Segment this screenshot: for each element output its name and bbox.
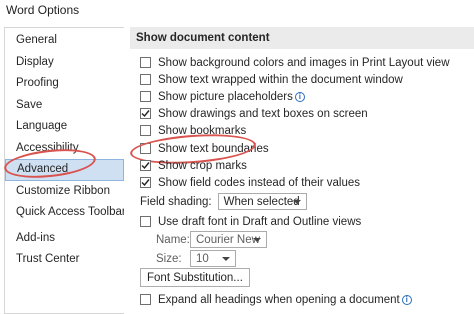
option-label: Use draft font in Draft and Outline view…	[158, 215, 362, 228]
nav-item-advanced[interactable]: Advanced	[5, 159, 124, 181]
nav-item-accessibility[interactable]: Accessibility	[5, 138, 124, 160]
nav-item-general[interactable]: General	[5, 30, 124, 52]
info-icon[interactable]: i	[401, 294, 412, 305]
check-icon	[141, 179, 150, 187]
nav-item-add-ins[interactable]: Add-ins	[5, 228, 124, 250]
option-label: Show picture placeholders	[158, 90, 293, 103]
size-label: Size:	[156, 252, 182, 265]
option-row[interactable]: Show bookmarks	[140, 122, 246, 139]
option-label: Expand all headings when opening a docum…	[158, 293, 400, 306]
option-row[interactable]: Show drawings and text boxes on screen	[140, 105, 368, 122]
chevron-down-icon	[253, 238, 261, 242]
field-shading-select[interactable]: When selected	[217, 193, 307, 210]
checkbox[interactable]	[140, 216, 151, 227]
option-row[interactable]: Show picture placeholders i	[140, 88, 305, 105]
font-substitution-row: Font Substitution...	[140, 268, 250, 287]
field-shading-label: Field shading:	[140, 195, 212, 208]
checkbox[interactable]	[140, 74, 151, 85]
checkbox-checked[interactable]	[140, 177, 151, 188]
option-label: Show bookmarks	[158, 124, 247, 137]
nav-item-trust-center[interactable]: Trust Center	[5, 249, 124, 271]
check-icon	[141, 110, 150, 118]
option-label: Show text boundaries	[158, 142, 269, 155]
info-icon[interactable]: i	[294, 91, 305, 102]
checkbox[interactable]	[140, 57, 151, 68]
chevron-down-icon	[222, 257, 230, 261]
size-value: 10	[196, 252, 209, 265]
checkbox[interactable]	[140, 143, 151, 154]
checkbox[interactable]	[140, 294, 151, 305]
option-row[interactable]: Show field codes instead of their values	[140, 174, 360, 191]
nav-item-customize-ribbon[interactable]: Customize Ribbon	[5, 181, 124, 203]
name-value: Courier New	[196, 233, 260, 246]
option-row[interactable]: Show background colors and images in Pri…	[140, 54, 450, 71]
option-label: Show drawings and text boxes on screen	[158, 107, 368, 120]
checkbox-checked[interactable]	[140, 108, 151, 119]
nav-item-save[interactable]: Save	[5, 95, 124, 117]
option-row[interactable]: Use draft font in Draft and Outline view…	[140, 213, 361, 230]
option-row[interactable]: Show text wrapped within the document wi…	[140, 71, 403, 88]
option-row[interactable]: Show crop marks	[140, 157, 247, 174]
name-select[interactable]: Courier New	[190, 231, 267, 248]
option-row[interactable]: Expand all headings when opening a docum…	[140, 291, 412, 308]
check-icon	[141, 162, 150, 170]
nav-item-display[interactable]: Display	[5, 52, 124, 74]
nav-item-language[interactable]: Language	[5, 116, 124, 138]
options-nav: General Display Proofing Save Language A…	[4, 27, 126, 314]
chevron-down-icon	[292, 200, 301, 204]
name-label: Name:	[156, 233, 190, 246]
field-shading-value: When selected	[223, 195, 300, 208]
checkbox[interactable]	[140, 125, 151, 136]
size-row: Size: 10	[156, 250, 236, 267]
window-title: Word Options	[6, 3, 80, 17]
option-label: Show background colors and images in Pri…	[158, 56, 450, 69]
option-label: Show field codes instead of their values	[158, 176, 361, 189]
options-content: Show document content Show background co…	[130, 27, 474, 314]
option-label: Show crop marks	[158, 159, 247, 172]
field-shading-row: Field shading: When selected	[140, 193, 307, 210]
nav-item-quick-access-toolbar[interactable]: Quick Access Toolbar	[5, 202, 126, 224]
checkbox[interactable]	[140, 91, 151, 102]
name-row: Name: Courier New	[156, 231, 267, 248]
size-select[interactable]: 10	[190, 250, 236, 267]
option-row[interactable]: Show text boundaries	[140, 140, 269, 157]
option-label: Show text wrapped within the document wi…	[158, 73, 403, 86]
section-header: Show document content	[130, 27, 474, 49]
font-substitution-button[interactable]: Font Substitution...	[140, 268, 250, 287]
nav-item-proofing[interactable]: Proofing	[5, 73, 124, 95]
checkbox-checked[interactable]	[140, 160, 151, 171]
